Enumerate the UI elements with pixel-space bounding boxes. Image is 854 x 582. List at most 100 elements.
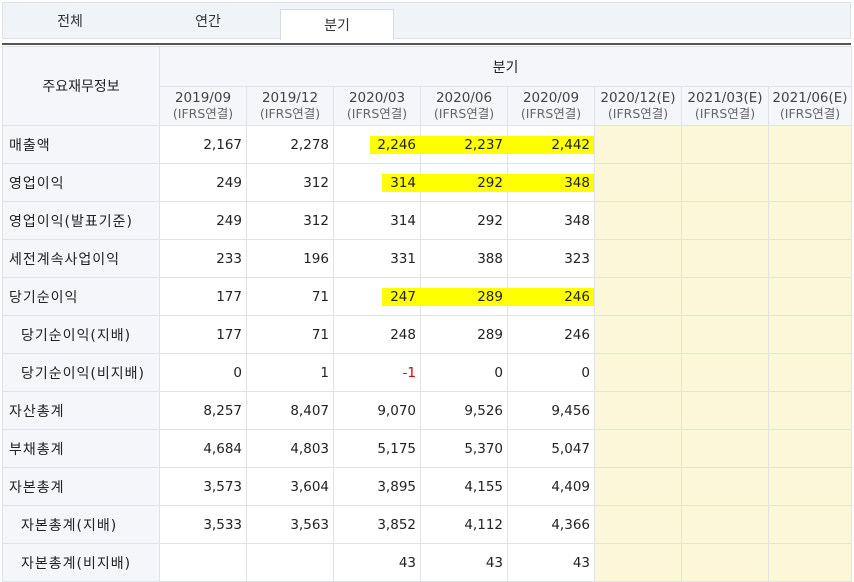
table-cell bbox=[594, 201, 682, 240]
table-cell: 348 bbox=[507, 201, 595, 240]
cell-value: 9,526 bbox=[464, 402, 503, 419]
period-basis: (IFRS연결) bbox=[694, 106, 756, 121]
cell-value: 312 bbox=[303, 174, 329, 191]
table-cell: 9,070 bbox=[333, 391, 421, 430]
period-basis: (IFRS연결) bbox=[172, 106, 234, 121]
cell-value: 5,370 bbox=[464, 440, 503, 457]
table-cell: 247 bbox=[333, 277, 422, 316]
cell-value: 3,895 bbox=[377, 478, 416, 495]
table-row: 영업이익(발표기준) 249 312 314 292 348 bbox=[2, 201, 853, 240]
table-cell bbox=[767, 505, 853, 544]
table-cell: 312 bbox=[246, 201, 334, 240]
table-cell: 1 bbox=[246, 353, 334, 392]
table-cell bbox=[159, 543, 247, 582]
cell-value: 233 bbox=[216, 250, 242, 267]
tab-underline bbox=[2, 43, 851, 45]
tab-all[interactable]: 전체 bbox=[13, 3, 127, 39]
table-cell bbox=[767, 125, 853, 164]
period-header: 2020/03 (IFRS연결) bbox=[333, 86, 421, 126]
table-row: 자산총계 8,257 8,407 9,070 9,526 9,456 bbox=[2, 391, 853, 430]
table-cell bbox=[681, 353, 769, 392]
table-cell bbox=[767, 467, 853, 506]
table-cell bbox=[594, 391, 682, 430]
table-cell bbox=[681, 467, 769, 506]
table-cell: 3,563 bbox=[246, 505, 334, 544]
table-row: 당기순이익 177 71 247 289 246 bbox=[2, 277, 853, 316]
table-row: 매출액 2,167 2,278 2,246 2,237 2,442 bbox=[2, 125, 853, 164]
table-cell: 3,852 bbox=[333, 505, 421, 544]
table-cell bbox=[681, 505, 769, 544]
table-cell: 3,573 bbox=[159, 467, 247, 506]
cell-value: 246 bbox=[564, 326, 590, 343]
table-cell: 5,370 bbox=[420, 429, 508, 468]
table-cell bbox=[594, 467, 682, 506]
cell-value: 314 bbox=[390, 212, 416, 229]
table-cell: 43 bbox=[507, 543, 595, 582]
period-header: 2021/06(E) (IFRS연결) bbox=[767, 86, 853, 126]
table-cell: 4,684 bbox=[159, 429, 247, 468]
table-cell bbox=[767, 201, 853, 240]
table-cell: 3,895 bbox=[333, 467, 421, 506]
cell-value: 348 bbox=[564, 174, 590, 191]
cell-value: 292 bbox=[477, 174, 503, 191]
table-cell: 388 bbox=[420, 239, 508, 278]
table-cell: 177 bbox=[159, 277, 247, 316]
table-cell: 249 bbox=[159, 163, 247, 202]
table-cell: 2,278 bbox=[246, 125, 334, 164]
period-header: 2020/12(E) (IFRS연결) bbox=[594, 86, 682, 126]
table-cell: 292 bbox=[420, 201, 508, 240]
period-date: 2021/06(E) bbox=[772, 90, 848, 106]
cell-value: 8,257 bbox=[203, 402, 242, 419]
period-header: 2021/03(E) (IFRS연결) bbox=[681, 86, 769, 126]
cell-value: 177 bbox=[216, 326, 242, 343]
table-cell bbox=[767, 277, 853, 316]
cell-value: 388 bbox=[477, 250, 503, 267]
table-cell bbox=[594, 277, 682, 316]
table-cell bbox=[594, 543, 682, 582]
cell-value: -1 bbox=[402, 364, 416, 381]
cell-value: 248 bbox=[390, 326, 416, 343]
tab-quarterly[interactable]: 분기 bbox=[280, 9, 394, 40]
row-label: 영업이익(발표기준) bbox=[2, 201, 160, 240]
table-cell: 5,175 bbox=[333, 429, 421, 468]
table-cell: 2,442 bbox=[507, 125, 595, 164]
row-label: 당기순이익 bbox=[2, 277, 160, 316]
cell-value: 4,155 bbox=[464, 478, 503, 495]
cell-value: 0 bbox=[494, 364, 503, 381]
table-cell bbox=[767, 429, 853, 468]
table-cell: 5,047 bbox=[507, 429, 595, 468]
table-cell: 4,112 bbox=[420, 505, 508, 544]
table-cell bbox=[681, 315, 769, 354]
table-cell: 9,526 bbox=[420, 391, 508, 430]
cell-value: 71 bbox=[311, 288, 329, 305]
cell-value: 4,112 bbox=[464, 516, 503, 533]
table-cell: 289 bbox=[420, 277, 509, 316]
tab-annual[interactable]: 연간 bbox=[151, 3, 265, 39]
quarter-group-header: 분기 bbox=[158, 46, 853, 87]
cell-value: 2,442 bbox=[551, 136, 590, 153]
row-label: 부채총계 bbox=[2, 429, 160, 468]
table-cell: 4,803 bbox=[246, 429, 334, 468]
cell-value: 0 bbox=[233, 364, 242, 381]
row-label: 영업이익 bbox=[2, 163, 160, 202]
table-cell bbox=[681, 201, 769, 240]
table-cell bbox=[681, 391, 769, 430]
row-label: 당기순이익(지배) bbox=[2, 315, 160, 354]
cell-value: 43 bbox=[572, 554, 590, 571]
table-cell bbox=[594, 239, 682, 278]
cell-value: 5,047 bbox=[551, 440, 590, 457]
period-basis: (IFRS연결) bbox=[259, 106, 321, 121]
cell-value: 43 bbox=[485, 554, 503, 571]
table-cell: -1 bbox=[333, 353, 421, 392]
cell-value: 249 bbox=[216, 212, 242, 229]
table-cell: 3,604 bbox=[246, 467, 334, 506]
table-cell: 292 bbox=[420, 163, 509, 202]
cell-value: 0 bbox=[581, 364, 590, 381]
table-cell: 0 bbox=[159, 353, 247, 392]
table-cell bbox=[246, 543, 334, 582]
cell-value: 249 bbox=[216, 174, 242, 191]
cell-value: 43 bbox=[398, 554, 416, 571]
table-cell bbox=[681, 277, 769, 316]
cell-value: 314 bbox=[390, 174, 416, 191]
cell-value: 2,278 bbox=[290, 136, 329, 153]
